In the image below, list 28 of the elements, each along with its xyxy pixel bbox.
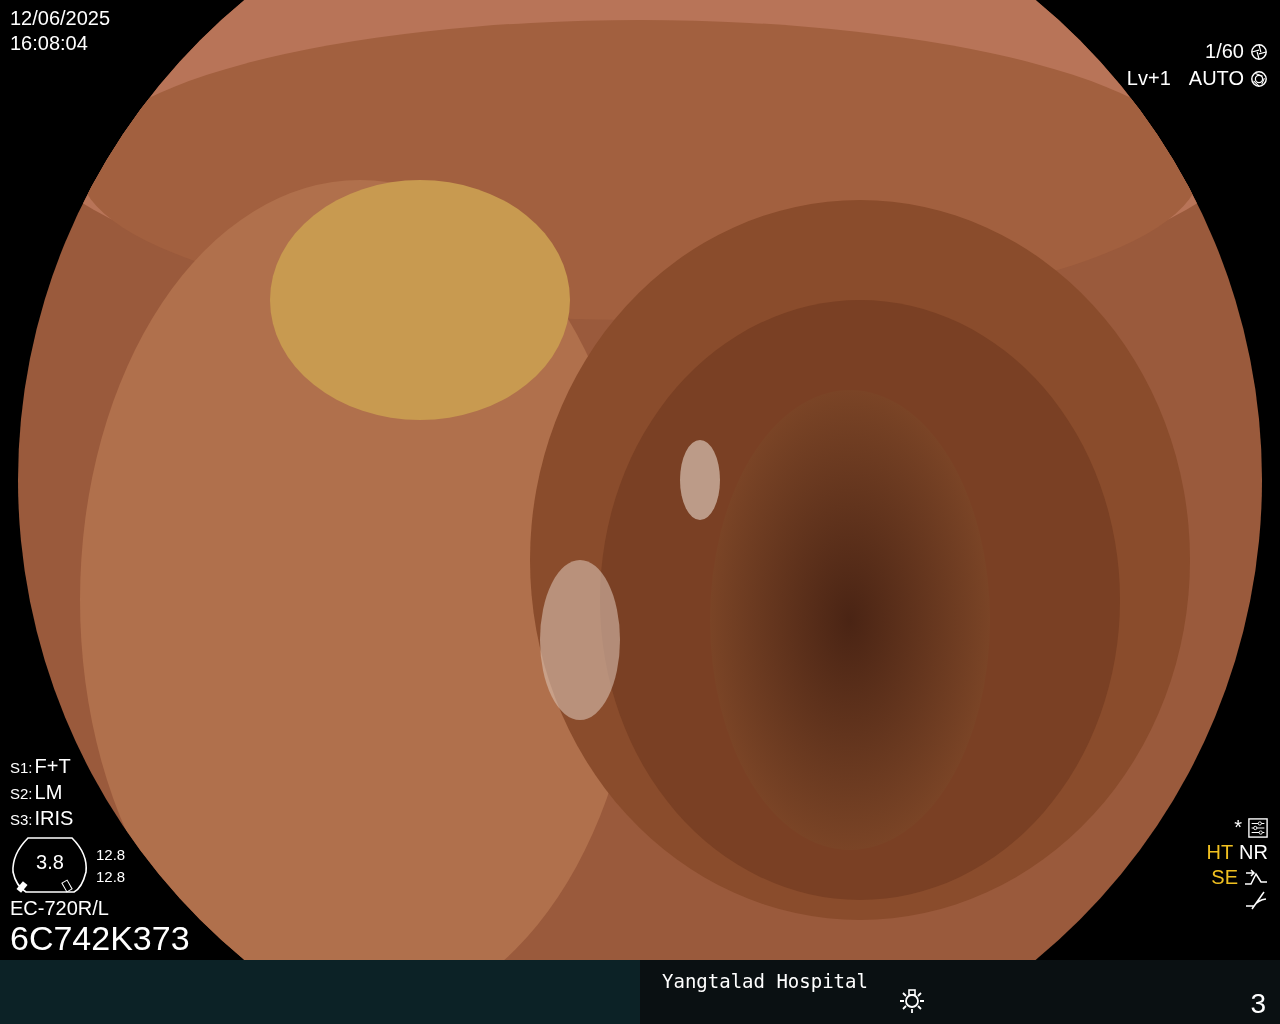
shutter-speed: 1/60 bbox=[1205, 39, 1244, 64]
marker-symbol: * bbox=[1234, 815, 1242, 840]
mode-label: SE bbox=[1211, 865, 1238, 890]
switch-value: IRIS bbox=[34, 806, 74, 831]
light-icon bbox=[897, 986, 926, 1014]
mode-label: HT bbox=[1206, 840, 1234, 865]
date-text: 12/06/2025 bbox=[10, 6, 112, 31]
iris-icon bbox=[1250, 69, 1268, 88]
scope-model: EC-720R/L bbox=[10, 896, 109, 920]
page-number: 3 bbox=[1250, 988, 1266, 1020]
gauge-value: 12.8 bbox=[96, 867, 126, 887]
hospital-name: Yangtalad Hospital bbox=[662, 970, 868, 992]
light-level: Lv+1 bbox=[1126, 66, 1171, 91]
switch-value: LM bbox=[34, 780, 63, 805]
switch-value: F+T bbox=[34, 754, 71, 779]
iris-mode: AUTO bbox=[1188, 66, 1244, 91]
mode-label: NR bbox=[1239, 840, 1268, 865]
scope-serial: 6C742K373 bbox=[10, 920, 190, 956]
settings-icon bbox=[1248, 817, 1268, 838]
curve-icon bbox=[1244, 867, 1268, 888]
switch-label: S1: bbox=[10, 758, 33, 778]
time-text: 16:08:04 bbox=[10, 31, 89, 56]
switch-label: S2: bbox=[10, 784, 33, 804]
aperture-icon bbox=[1250, 42, 1268, 61]
switch-label: S3: bbox=[10, 810, 33, 830]
gauge-value: 12.8 bbox=[96, 845, 126, 865]
curve-slash-icon bbox=[1244, 890, 1268, 910]
gauge-reading: 3.8 bbox=[36, 850, 64, 874]
